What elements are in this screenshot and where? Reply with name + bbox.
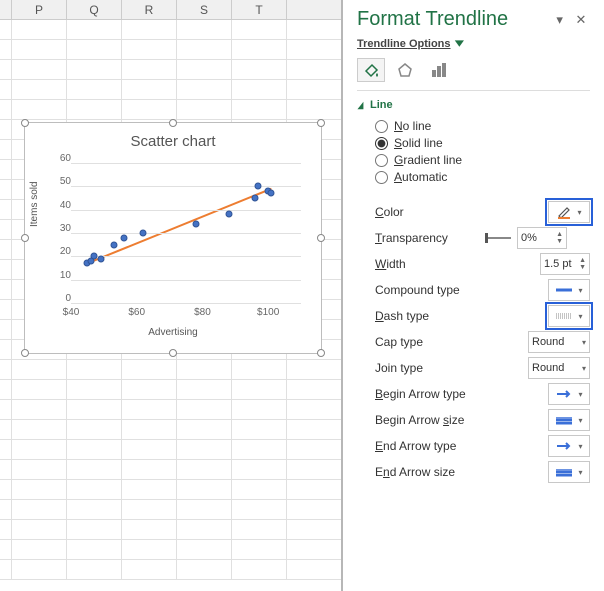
data-point[interactable] <box>97 255 104 262</box>
line-icon <box>555 285 573 295</box>
col-header-r[interactable]: R <box>122 0 177 19</box>
resize-handle[interactable] <box>169 119 177 127</box>
format-pane: Format Trendline ▾ ✕ Trendline Options ▶… <box>342 0 604 591</box>
data-point[interactable] <box>268 190 275 197</box>
pencil-icon <box>556 205 572 219</box>
spin-up[interactable]: ▲ <box>579 257 586 264</box>
end-arrow-size-label: End Arrow size <box>375 465 485 479</box>
begin-arrow-type-button[interactable]: ▾ <box>548 383 590 405</box>
resize-handle[interactable] <box>169 349 177 357</box>
begin-arrow-size-button[interactable]: ▾ <box>548 409 590 431</box>
solid-line-radio[interactable]: Solid line <box>375 136 590 150</box>
fill-line-tab[interactable] <box>357 58 385 82</box>
y-axis-label[interactable]: Items sold <box>29 181 40 227</box>
dash-type-button[interactable]: ▾ <box>548 305 590 327</box>
no-line-radio[interactable]: No line <box>375 119 590 133</box>
compound-label: Compound type <box>375 283 485 297</box>
join-type-select[interactable]: Round▾ <box>528 357 590 379</box>
y-axis[interactable]: 0102030405060 <box>51 159 71 299</box>
begin-arrow-type-label: Begin Arrow type <box>375 387 485 401</box>
resize-handle[interactable] <box>21 234 29 242</box>
color-label: Color <box>375 205 485 219</box>
chart-object[interactable]: Scatter chart Items sold 0102030405060 $… <box>24 122 322 354</box>
collapse-icon: ◢ <box>358 100 364 111</box>
data-point[interactable] <box>140 230 147 237</box>
arrow-icon <box>555 441 573 451</box>
pane-title: Format Trendline <box>357 8 508 31</box>
data-point[interactable] <box>255 183 262 190</box>
col-header-s[interactable]: S <box>177 0 232 19</box>
cap-label: Cap type <box>375 335 485 349</box>
column-headers: P Q R S T <box>0 0 341 20</box>
chevron-icon: ▶ <box>453 41 466 47</box>
spin-up[interactable]: ▲ <box>556 231 563 238</box>
end-arrow-type-label: End Arrow type <box>375 439 485 453</box>
resize-handle[interactable] <box>317 234 325 242</box>
line-section-header[interactable]: ◢ Line <box>357 99 590 111</box>
col-header-q[interactable]: Q <box>67 0 122 19</box>
arrow-icon <box>555 389 573 399</box>
dash-label: Dash type <box>375 309 485 323</box>
format-category-tabs <box>357 58 590 91</box>
data-point[interactable] <box>252 195 259 202</box>
join-label: Join type <box>375 361 485 375</box>
cap-type-select[interactable]: Round▾ <box>528 331 590 353</box>
close-icon[interactable]: ✕ <box>572 12 590 28</box>
resize-handle[interactable] <box>317 119 325 127</box>
width-label: Width <box>375 257 485 271</box>
data-point[interactable] <box>192 220 199 227</box>
pane-options-icon[interactable]: ▾ <box>551 12 569 28</box>
dash-icon <box>555 311 573 321</box>
resize-handle[interactable] <box>21 349 29 357</box>
effects-tab[interactable] <box>391 58 419 82</box>
data-point[interactable] <box>225 211 232 218</box>
color-picker-button[interactable]: ▾ <box>548 201 590 223</box>
transparency-slider[interactable] <box>485 237 511 239</box>
transparency-input[interactable]: 0% ▲▼ <box>517 227 567 249</box>
data-point[interactable] <box>110 241 117 248</box>
chart-title[interactable]: Scatter chart <box>25 123 321 154</box>
plot-area[interactable] <box>71 163 301 303</box>
end-arrow-type-button[interactable]: ▾ <box>548 435 590 457</box>
col-header-t[interactable]: T <box>232 0 287 19</box>
pane-subhead[interactable]: Trendline Options ▶ <box>357 37 590 50</box>
width-input[interactable]: 1.5 pt ▲▼ <box>540 253 590 275</box>
spin-down[interactable]: ▼ <box>579 264 586 271</box>
automatic-radio[interactable]: Automatic <box>375 170 590 184</box>
compound-type-button[interactable]: ▾ <box>548 279 590 301</box>
spreadsheet-area: P Q R S T /*rows*/ Scatter chart Items s… <box>0 0 342 591</box>
x-axis-label[interactable]: Advertising <box>25 327 321 338</box>
size-icon <box>555 415 573 425</box>
col-header-p[interactable]: P <box>12 0 67 19</box>
end-arrow-size-button[interactable]: ▾ <box>548 461 590 483</box>
data-point[interactable] <box>120 234 127 241</box>
transparency-label: Transparency <box>375 231 485 245</box>
begin-arrow-size-label: Begin Arrow size <box>375 413 485 427</box>
resize-handle[interactable] <box>317 349 325 357</box>
spin-down[interactable]: ▼ <box>556 238 563 245</box>
chart-options-tab[interactable] <box>425 58 453 82</box>
size-icon <box>555 467 573 477</box>
gradient-line-radio[interactable]: Gradient line <box>375 153 590 167</box>
resize-handle[interactable] <box>21 119 29 127</box>
